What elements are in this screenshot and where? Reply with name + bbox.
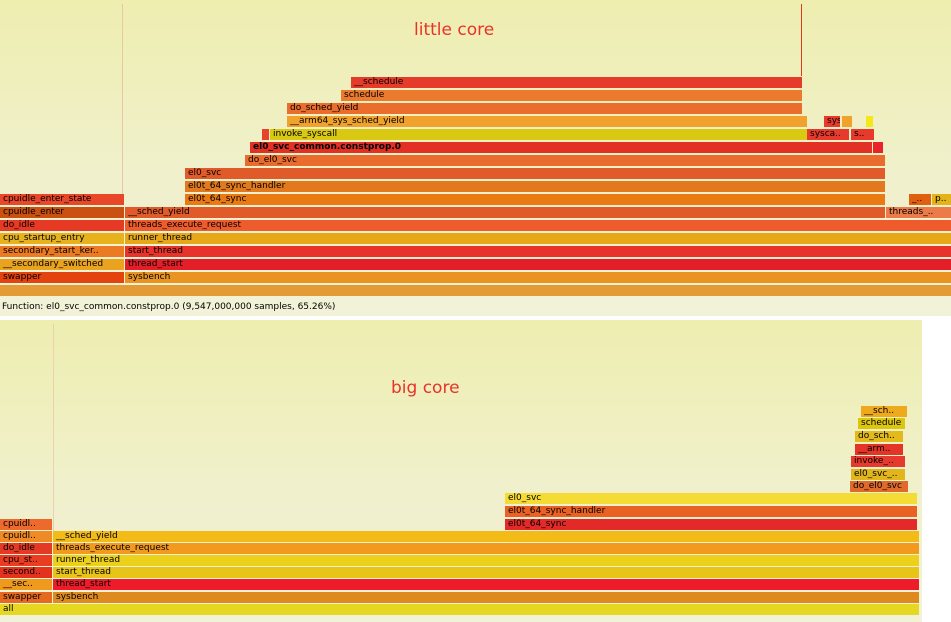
flame-frame[interactable]: el0_svc	[505, 493, 917, 504]
flame-frame[interactable]: do_el0_svc	[245, 155, 885, 166]
flame-frame[interactable]: second..	[0, 567, 52, 578]
thin-frame-marker	[801, 4, 802, 76]
flame-frame[interactable]: sysbench	[53, 592, 919, 603]
status-line: Function: el0_svc_common.constprop.0 (9,…	[2, 302, 336, 312]
flame-frame[interactable]: invoke_..	[851, 456, 905, 467]
flame-frame[interactable]: do_el0_svc	[850, 481, 908, 492]
flame-frame[interactable]: cpuidl..	[0, 519, 52, 530]
flame-frame[interactable]: s..	[851, 129, 874, 140]
flame-frame[interactable]: schedule	[341, 90, 802, 101]
flame-frame[interactable]: __sched_yield	[125, 207, 885, 218]
flame-frame-narrow[interactable]: sysca..	[824, 116, 840, 127]
flame-frame[interactable]: threads_..	[886, 207, 951, 218]
flamegraph-little-core: little core __schedule schedule do_sched…	[0, 0, 951, 316]
flame-frame[interactable]: do_idle	[0, 220, 124, 231]
flame-frame[interactable]: el0t_64_sync_handler	[185, 181, 885, 192]
flame-frame[interactable]: swapper	[0, 272, 124, 283]
flame-frame[interactable]: __sch..	[861, 406, 907, 417]
flame-frame[interactable]: cpu_st..	[0, 555, 52, 566]
flame-frame[interactable]: __sched_yield	[53, 531, 919, 542]
flame-frame-narrow[interactable]	[842, 116, 852, 127]
flame-frame[interactable]: __arm..	[855, 444, 903, 455]
flame-frame[interactable]: thread_start	[125, 259, 951, 270]
flamegraph-big-core: big core __sch.. schedule do_sch.. __arm…	[0, 320, 922, 622]
flame-frame-selected[interactable]: el0_svc_common.constprop.0	[250, 142, 872, 153]
panel-title: little core	[414, 20, 495, 40]
flame-frame[interactable]: threads_execute_request	[53, 543, 919, 554]
flame-frame[interactable]: do_idle	[0, 543, 52, 554]
flame-frame[interactable]: runner_thread	[125, 233, 951, 244]
flame-frame[interactable]: el0_svc	[185, 168, 885, 179]
flame-frame[interactable]: threads_execute_request	[125, 220, 951, 231]
flame-frame[interactable]: start_thread	[53, 567, 919, 578]
flame-frame[interactable]: el0t_64_sync_handler	[505, 506, 917, 517]
flame-frame-all[interactable]	[0, 285, 951, 296]
flame-frame-narrow[interactable]	[873, 142, 883, 153]
flame-frame[interactable]: sysbench	[125, 272, 951, 283]
flame-frame-all[interactable]: all	[0, 604, 919, 615]
flame-frame[interactable]: __schedule	[351, 77, 802, 88]
flame-frame[interactable]: p..	[932, 194, 951, 205]
flame-frame[interactable]: secondary_start_ker..	[0, 246, 124, 257]
flame-frame[interactable]: cpuidle_enter_state	[0, 194, 124, 205]
flame-frame[interactable]: el0t_64_sync	[505, 519, 917, 530]
flame-frame[interactable]: swapper	[0, 592, 52, 603]
flame-frame[interactable]: el0_svc_..	[851, 469, 905, 480]
flame-frame-narrow[interactable]	[866, 116, 873, 127]
thin-frame-marker	[53, 324, 54, 534]
flame-frame[interactable]: _..	[909, 194, 931, 205]
thin-frame-marker	[122, 4, 123, 194]
flame-frame[interactable]: cpu_startup_entry	[0, 233, 124, 244]
flame-frame[interactable]: __sec..	[0, 579, 52, 590]
flame-frame[interactable]: el0t_64_sync	[185, 194, 885, 205]
flame-frame[interactable]: cpuidl..	[0, 531, 52, 542]
flame-frame-narrow[interactable]	[262, 129, 269, 140]
flame-frame[interactable]: sysca..	[807, 129, 849, 140]
flame-frame[interactable]: __arm64_sys_sched_yield	[287, 116, 807, 127]
flame-frame[interactable]: do_sched_yield	[287, 103, 802, 114]
flame-frame[interactable]: runner_thread	[53, 555, 919, 566]
flame-frame[interactable]: invoke_syscall	[270, 129, 807, 140]
panel-title: big core	[391, 378, 460, 398]
flame-frame[interactable]: schedule	[858, 418, 905, 429]
flame-frame[interactable]: thread_start	[53, 579, 919, 590]
flame-frame[interactable]: cpuidle_enter	[0, 207, 124, 218]
flame-frame[interactable]: start_thread	[125, 246, 951, 257]
flame-frame[interactable]: do_sch..	[855, 431, 903, 442]
flame-frame[interactable]: __secondary_switched	[0, 259, 124, 270]
